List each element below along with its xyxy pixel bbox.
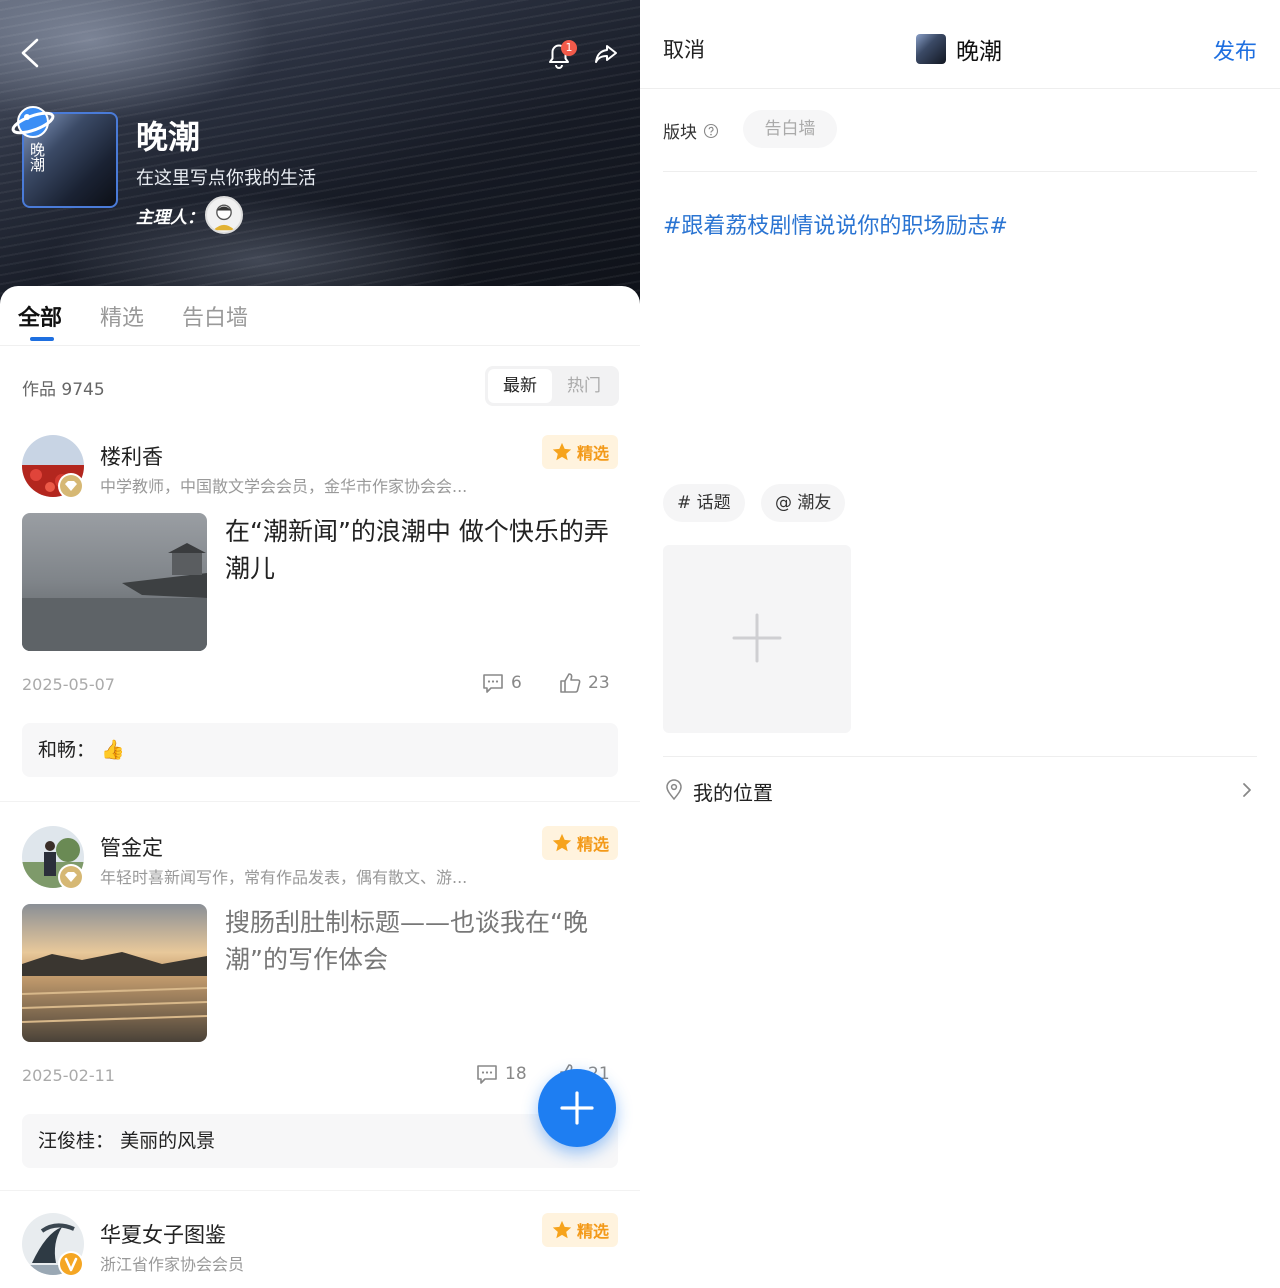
comment-user: 和畅： xyxy=(38,739,96,761)
works-count: 作品 9745 xyxy=(22,380,105,400)
comment-count-value: 6 xyxy=(511,673,522,693)
post-thumbnail[interactable] xyxy=(22,513,207,651)
create-post-button[interactable] xyxy=(538,1069,616,1147)
verified-badge-icon xyxy=(58,473,84,499)
location-divider xyxy=(663,756,1257,757)
tabs-divider xyxy=(0,345,640,346)
post-body-input[interactable]: #跟着荔枝剧情说说你的职场励志# xyxy=(663,208,1008,240)
sort-newest-button[interactable]: 最新 xyxy=(488,369,552,403)
tab-all[interactable]: 全部 xyxy=(18,300,62,341)
circle-title: 晚潮 xyxy=(136,118,201,156)
section-label-text: 版块 xyxy=(663,123,697,143)
featured-tag: 精选 xyxy=(542,1213,618,1247)
comment-icon xyxy=(477,1065,497,1084)
verified-badge-icon xyxy=(58,1251,84,1277)
featured-tag: 精选 xyxy=(542,826,618,860)
add-image-button[interactable] xyxy=(663,545,851,733)
author-bio: 浙江省作家协会会员 xyxy=(100,1255,245,1274)
top-comment[interactable]: 和畅： 👍 xyxy=(22,723,618,777)
comment-count-value: 18 xyxy=(505,1064,527,1084)
author-name[interactable]: 管金定 xyxy=(100,832,163,862)
header-divider xyxy=(640,88,1280,89)
top-comment[interactable]: 汪俊桂： 美丽的风景 xyxy=(22,1114,618,1168)
author-bio: 年轻时喜新闻写作，常有作品发表，偶有散文、游... xyxy=(100,868,468,887)
thumbs-up-icon xyxy=(560,673,581,693)
post-thumbnail[interactable] xyxy=(22,904,207,1042)
topic-button[interactable]: # 话题 xyxy=(663,484,745,522)
post-divider xyxy=(0,1190,640,1191)
featured-label: 精选 xyxy=(576,444,609,463)
post-date: 2025-05-07 xyxy=(22,675,115,694)
notification-badge: 1 xyxy=(561,40,577,56)
chevron-right-icon[interactable] xyxy=(1240,780,1254,800)
star-icon xyxy=(552,833,572,852)
section-divider xyxy=(663,171,1257,172)
comment-count[interactable]: 6 xyxy=(481,671,522,695)
share-icon[interactable] xyxy=(592,40,620,68)
circle-thumbnail xyxy=(916,34,946,64)
back-icon[interactable] xyxy=(16,36,46,70)
location-row[interactable]: 我的位置 xyxy=(693,777,773,806)
circle-tabs: 全部 精选 告白墙 xyxy=(18,300,286,341)
like-count[interactable]: 23 xyxy=(558,671,610,695)
post-date: 2025-02-11 xyxy=(22,1066,115,1085)
star-icon xyxy=(552,442,572,461)
post-divider xyxy=(0,801,640,802)
circle-page: 1 晚潮 晚潮 在这里写点你我的生活 主理人： 全部 精选 告白墙 作品 974… xyxy=(0,0,640,1288)
compose-page: 取消 晚潮 发布 版块 告白墙 #跟着荔枝剧情说说你的职场励志# # 话题 @ … xyxy=(640,0,1280,1288)
comment-text: 👍 xyxy=(101,739,125,761)
planet-icon xyxy=(10,102,56,142)
comment-icon xyxy=(483,674,503,693)
cancel-button[interactable]: 取消 xyxy=(663,34,705,64)
star-icon xyxy=(552,1220,572,1239)
post-title[interactable]: 在“潮新闻”的浪潮中 做个快乐的弄潮儿 xyxy=(225,513,620,587)
publish-button[interactable]: 发布 xyxy=(1213,34,1257,66)
section-chip[interactable]: 告白墙 xyxy=(743,110,837,148)
like-count-value: 23 xyxy=(588,673,610,693)
comment-count[interactable]: 18 xyxy=(475,1062,527,1086)
sort-hot-button[interactable]: 热门 xyxy=(552,369,616,403)
comment-user: 汪俊桂： xyxy=(38,1130,115,1152)
featured-tag: 精选 xyxy=(542,435,618,469)
author-name[interactable]: 楼利香 xyxy=(100,441,163,471)
featured-label: 精选 xyxy=(576,835,609,854)
circle-description: 在这里写点你我的生活 xyxy=(136,168,316,189)
author-name[interactable]: 华夏女子图鉴 xyxy=(100,1219,226,1249)
tab-confession-wall[interactable]: 告白墙 xyxy=(182,300,248,340)
compose-header-title: 晚潮 xyxy=(916,32,1002,66)
cover-calligraphy: 晚潮 xyxy=(28,142,46,172)
sort-toggle: 最新 热门 xyxy=(485,366,619,406)
host-avatar[interactable] xyxy=(205,196,243,234)
location-pin-icon xyxy=(664,779,684,801)
compose-title: 晚潮 xyxy=(956,39,1002,65)
post-title[interactable]: 搜肠刮肚制标题——也谈我在“晚潮”的写作体会 xyxy=(225,904,620,978)
help-icon[interactable] xyxy=(703,123,719,139)
tab-featured[interactable]: 精选 xyxy=(100,300,144,340)
comment-text: 美丽的风景 xyxy=(120,1130,216,1152)
mention-button[interactable]: @ 潮友 xyxy=(761,484,846,522)
host-label: 主理人： xyxy=(136,208,204,228)
featured-label: 精选 xyxy=(576,1222,609,1241)
verified-badge-icon xyxy=(58,864,84,890)
author-bio: 中学教师，中国散文学会会员，金华市作家协会会... xyxy=(100,477,468,496)
section-label: 版块 xyxy=(663,118,719,143)
